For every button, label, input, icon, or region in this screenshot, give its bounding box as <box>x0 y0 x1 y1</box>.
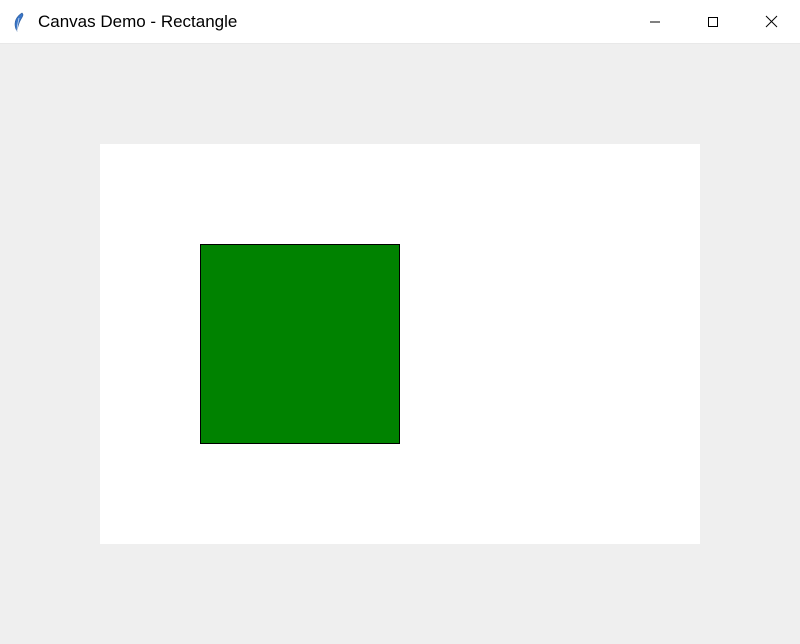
titlebar: Canvas Demo - Rectangle <box>0 0 800 44</box>
tk-canvas <box>100 144 700 544</box>
canvas-rectangle <box>200 244 400 444</box>
window-controls <box>626 0 800 43</box>
client-area <box>0 44 800 644</box>
maximize-button[interactable] <box>684 0 742 43</box>
tk-feather-icon <box>10 10 28 34</box>
close-button[interactable] <box>742 0 800 43</box>
window-title: Canvas Demo - Rectangle <box>38 12 237 32</box>
minimize-button[interactable] <box>626 0 684 43</box>
